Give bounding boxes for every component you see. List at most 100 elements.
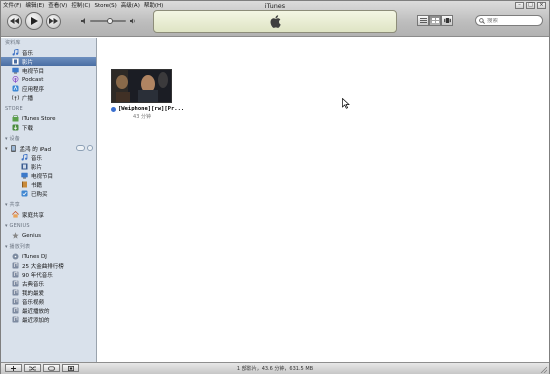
podcast-icon <box>12 76 19 83</box>
movie-title[interactable]: [Weiphone][rw][Pr... <box>111 106 184 112</box>
sidebar-item-home-sharing[interactable]: 家庭共享 <box>1 210 96 219</box>
search-input[interactable] <box>487 17 537 24</box>
sidebar-item-label: 最近添加的 <box>22 317 50 324</box>
sidebar-item-itunes-store[interactable]: iTunes Store <box>1 114 96 123</box>
smart-playlist-icon <box>12 298 19 305</box>
rewind-icon <box>10 18 19 24</box>
genius-header-label: GENIUS <box>9 223 30 229</box>
sidebar-item-playlist[interactable]: 最近播放的 <box>1 306 96 315</box>
smart-playlist-icon <box>12 262 19 269</box>
sidebar-item-itunes-dj[interactable]: iTunes DJ <box>1 252 96 261</box>
unwatched-dot-icon <box>111 106 116 112</box>
sidebar-item-device-ipad[interactable]: ▾ 孟鸿 的 iPad <box>1 144 96 153</box>
grid-view-button[interactable] <box>429 15 441 26</box>
playlists-header-label: 播放列表 <box>9 244 31 250</box>
volume-low-icon <box>81 18 85 24</box>
sidebar-item-downloads[interactable]: 下载 <box>1 123 96 132</box>
playlists-header: ▾ 播放列表 <box>5 244 31 250</box>
sidebar-item-label: Genius <box>22 232 42 239</box>
sidebar-item-device-movies[interactable]: 影片 <box>1 162 96 171</box>
bottom-bar: 1 部影片，43.6 分钟，631.5 MB <box>1 362 549 374</box>
movie-title-text: [Weiphone][rw][Pr... <box>118 106 185 112</box>
sidebar-item-label: 最近播放的 <box>22 308 50 315</box>
sidebar-item-playlist[interactable]: 音乐视频 <box>1 297 96 306</box>
sidebar-item-label: 影片 <box>31 164 43 171</box>
sidebar-item-music[interactable]: 音乐 <box>1 48 96 57</box>
sidebar-item-label: iTunes Store <box>22 115 56 122</box>
store-icon <box>12 115 19 122</box>
minimize-button[interactable]: – <box>515 2 524 9</box>
sidebar-item-label: 应用程序 <box>22 86 45 93</box>
sidebar-item-movies[interactable]: 影片 <box>1 57 96 66</box>
transport-controls <box>7 12 61 30</box>
store-header: STORE <box>5 106 23 112</box>
next-button[interactable] <box>46 13 61 29</box>
sidebar-item-playlist[interactable]: 25 大金曲排行榜 <box>1 261 96 270</box>
sidebar-item-label: 电视节目 <box>31 173 54 180</box>
sidebar-item-playlist[interactable]: 90 年代音乐 <box>1 270 96 279</box>
sidebar-item-device-music[interactable]: 音乐 <box>1 153 96 162</box>
sidebar-item-playlist[interactable]: 古典音乐 <box>1 279 96 288</box>
purchased-icon <box>21 190 28 197</box>
sidebar-item-tv-shows[interactable]: 电视节目 <box>1 66 96 75</box>
resize-grip-icon[interactable] <box>540 366 547 373</box>
sidebar-item-label: 书籍 <box>31 182 43 189</box>
toolbar: 文件(F) 编辑(E) 查看(V) 控制(C) Store(S) 高级(A) 帮… <box>1 1 549 37</box>
coverflow-icon <box>443 18 451 23</box>
content-area: [Weiphone][rw][Pr... 43 分钟 <box>98 38 549 362</box>
sidebar-item-radio[interactable]: 广播 <box>1 93 96 102</box>
sidebar-item-genius[interactable]: Genius <box>1 231 96 240</box>
video-frame-image <box>112 70 171 102</box>
app-icon <box>12 85 19 92</box>
sidebar-item-podcasts[interactable]: Podcast <box>1 75 96 84</box>
book-icon <box>21 181 28 188</box>
home-icon <box>12 211 19 218</box>
maximize-button[interactable]: □ <box>526 2 535 9</box>
list-view-icon <box>419 18 427 23</box>
library-header: 资料库 <box>5 40 21 46</box>
movie-item[interactable]: [Weiphone][rw][Pr... 43 分钟 <box>111 69 184 120</box>
volume-slider[interactable] <box>81 18 135 24</box>
sidebar-item-label: iTunes DJ <box>22 253 47 260</box>
sidebar-item-device-purchased[interactable]: 已购买 <box>1 189 96 198</box>
previous-button[interactable] <box>7 13 22 29</box>
play-button[interactable] <box>25 12 43 30</box>
shared-header: ▾ 共享 <box>5 202 20 208</box>
itunes-window: 文件(F) 编辑(E) 查看(V) 控制(C) Store(S) 高级(A) 帮… <box>0 0 550 374</box>
sidebar-item-label: 已购买 <box>31 191 48 198</box>
sidebar-item-device-tv-shows[interactable]: 电视节目 <box>1 171 96 180</box>
sidebar-item-apps[interactable]: 应用程序 <box>1 84 96 93</box>
view-switcher <box>417 15 453 26</box>
list-view-button[interactable] <box>417 15 429 26</box>
disclosure-triangle-icon[interactable]: ▾ <box>5 146 8 152</box>
devices-header: ▾ 设备 <box>5 136 20 142</box>
sidebar-item-label: 广播 <box>22 95 34 102</box>
close-button[interactable]: × <box>537 2 546 9</box>
tv-icon <box>21 172 28 179</box>
sidebar-item-playlist[interactable]: 我的最爱 <box>1 288 96 297</box>
sidebar: 资料库 音乐 影片 电视节目 Podcast 应用程序 广播 STORE iTu… <box>1 38 97 362</box>
device-name: 孟鸿 的 iPad <box>19 146 51 153</box>
movie-thumbnail[interactable] <box>111 69 172 103</box>
sidebar-item-label: 影片 <box>22 59 34 66</box>
sidebar-item-label: 音乐视频 <box>22 299 45 306</box>
ipad-icon <box>10 145 17 152</box>
sidebar-item-label: 音乐 <box>31 155 43 162</box>
radio-icon <box>12 94 19 101</box>
search-icon <box>479 17 485 24</box>
search-box <box>475 15 543 26</box>
eject-button[interactable] <box>87 145 93 151</box>
sidebar-item-label: 我的最爱 <box>22 290 45 297</box>
mouse-cursor-icon <box>342 98 350 109</box>
sidebar-item-device-books[interactable]: 书籍 <box>1 180 96 189</box>
sidebar-item-playlist[interactable]: 最近添加的 <box>1 315 96 324</box>
coverflow-view-button[interactable] <box>441 15 453 26</box>
download-icon <box>12 124 19 131</box>
volume-knob[interactable] <box>106 18 113 24</box>
fast-forward-icon <box>49 18 58 24</box>
sidebar-item-label: 家庭共享 <box>22 212 45 219</box>
play-icon <box>30 17 38 25</box>
device-controls <box>76 145 93 151</box>
genius-icon <box>12 232 19 239</box>
dj-icon <box>12 253 19 260</box>
